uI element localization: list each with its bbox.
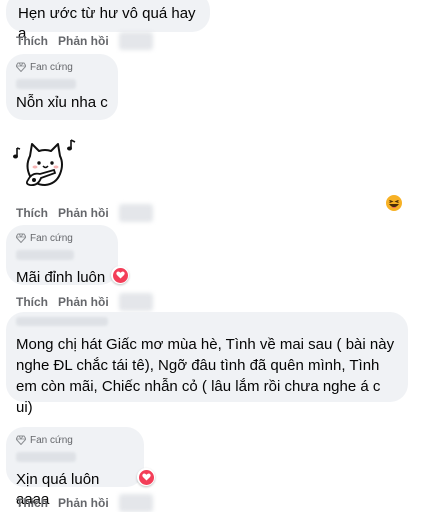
like-button[interactable]: Thích <box>16 295 48 309</box>
comment-text: Nỗn xỉu nha c <box>16 94 108 111</box>
comment-bubble-6: Fan cứng Xịn quá luôn ạaaa <box>6 427 144 508</box>
commenter-name-redacted[interactable] <box>16 250 74 260</box>
reply-button[interactable]: Phản hồi <box>58 34 109 48</box>
fan-badge: Fan cứng <box>16 61 108 73</box>
comment-text: Mãi đỉnh luôn <box>16 269 106 286</box>
like-button[interactable]: Thích <box>16 34 48 48</box>
redacted-timestamp <box>118 32 153 50</box>
fan-badge: Fan cứng <box>16 232 108 244</box>
comment-bubble-1: Hẹn ước từ hư vô quá hay ạ <box>6 0 210 42</box>
diamond-icon <box>16 233 26 243</box>
redacted-timestamp <box>118 293 153 311</box>
comment-actions-4: Thích Phản hồi <box>16 293 153 311</box>
heart-icon <box>141 473 151 481</box>
reply-button[interactable]: Phản hồi <box>58 496 109 510</box>
comment-bubble-4: Fan cứng Mãi đỉnh luôn <box>6 225 118 286</box>
commenter-name-redacted[interactable] <box>16 452 76 462</box>
like-button[interactable]: Thích <box>16 206 48 220</box>
like-button[interactable]: Thích <box>16 496 48 510</box>
commenter-name-redacted[interactable] <box>16 317 108 326</box>
badge-label: Fan cứng <box>30 434 73 446</box>
comment-actions-3: Thích Phản hồi <box>16 204 153 222</box>
redacted-timestamp <box>118 204 153 222</box>
commenter-name-redacted[interactable] <box>16 79 76 89</box>
love-reaction[interactable] <box>137 468 155 486</box>
reply-button[interactable]: Phản hồi <box>58 206 109 220</box>
haha-reaction-icon[interactable] <box>385 194 403 212</box>
comment-bubble-2: Fan cứng Nỗn xỉu nha c <box>6 54 118 120</box>
badge-label: Fan cứng <box>30 61 73 73</box>
badge-label: Fan cứng <box>30 232 73 244</box>
fan-badge: Fan cứng <box>16 434 134 446</box>
cat-music-sticker <box>13 139 76 187</box>
redacted-timestamp <box>118 494 153 512</box>
reply-button[interactable]: Phản hồi <box>58 295 109 309</box>
diamond-icon <box>16 435 26 445</box>
diamond-icon <box>16 62 26 72</box>
love-reaction[interactable] <box>111 266 129 284</box>
heart-icon <box>115 271 125 279</box>
comment-bubble-5: Mong chị hát Giấc mơ mùa hè, Tình về mai… <box>6 312 408 416</box>
comment-text: Mong chị hát Giấc mơ mùa hè, Tình về mai… <box>16 336 395 416</box>
comment-actions-6: Thích Phản hồi <box>16 494 153 512</box>
comment-actions-1: Thích Phản hồi <box>16 32 153 50</box>
